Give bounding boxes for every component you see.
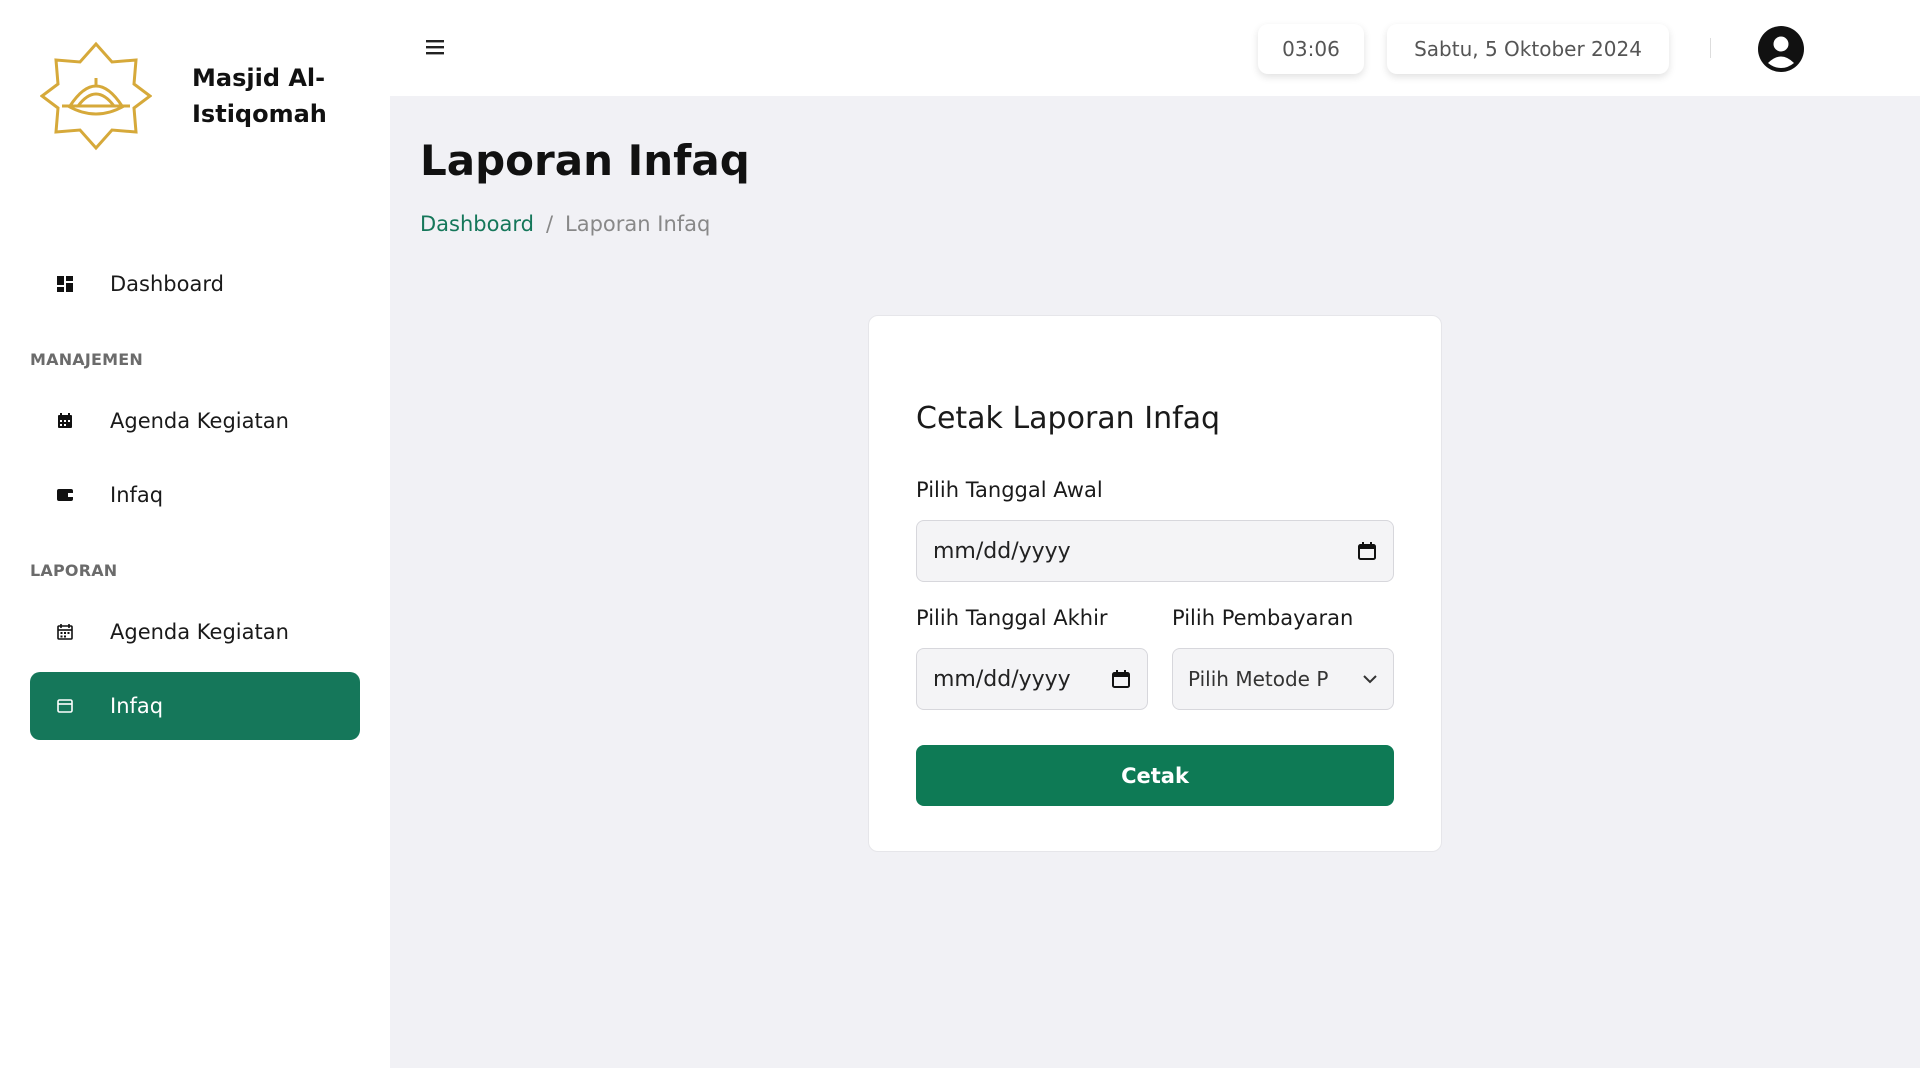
sidebar-item-laporan-infaq[interactable]: Infaq [30, 672, 360, 740]
sidebar-section-title: LAPORAN [30, 561, 118, 580]
payment-method-selected: Pilih Metode P [1188, 667, 1329, 691]
calendar-icon [56, 412, 74, 430]
sidebar-item-manajemen-infaq[interactable]: Infaq [30, 461, 360, 529]
end-date-input[interactable]: mm/dd/yyyy [916, 648, 1148, 710]
wallet-outline-icon [56, 697, 74, 715]
print-button[interactable]: Cetak [916, 745, 1394, 806]
start-date-label: Pilih Tanggal Awal [916, 478, 1103, 502]
wallet-icon [56, 486, 74, 504]
sidebar: Masjid Al-Istiqomah Dashboard MANAJEMEN … [0, 0, 390, 1068]
breadcrumb-separator: / [545, 212, 554, 236]
topbar: 03:06 Sabtu, 5 Oktober 2024 [390, 0, 1920, 96]
topbar-divider [1710, 38, 1711, 58]
breadcrumb-current: Laporan Infaq [565, 212, 711, 236]
payment-label: Pilih Pembayaran [1172, 606, 1354, 630]
hamburger-icon[interactable] [424, 36, 446, 58]
sidebar-item-laporan-agenda[interactable]: Agenda Kegiatan [30, 598, 360, 666]
mosque-star-logo [40, 41, 152, 151]
user-circle-icon[interactable] [1758, 26, 1804, 72]
calendar-picker-icon[interactable] [1111, 669, 1131, 689]
brand-name: Masjid Al-Istiqomah [192, 64, 327, 128]
brand[interactable]: Masjid Al-Istiqomah [40, 40, 352, 152]
sidebar-item-label: Infaq [110, 694, 164, 718]
breadcrumb: Dashboard / Laporan Infaq [420, 212, 710, 236]
sidebar-nav: Dashboard MANAJEMEN Agenda Kegiatan Infa… [30, 250, 360, 740]
sidebar-item-label: Agenda Kegiatan [110, 620, 289, 644]
sidebar-item-label: Infaq [110, 483, 164, 507]
clock-time: 03:06 [1258, 24, 1364, 74]
sidebar-section-title: MANAJEMEN [30, 350, 144, 369]
calendar-picker-icon[interactable] [1357, 541, 1377, 561]
sidebar-item-label: Dashboard [110, 272, 224, 296]
current-date: Sabtu, 5 Oktober 2024 [1387, 24, 1669, 74]
sidebar-item-label: Agenda Kegiatan [110, 409, 289, 433]
sidebar-item-dashboard[interactable]: Dashboard [30, 250, 360, 318]
chevron-down-icon [1363, 675, 1377, 684]
calendar-outline-icon [56, 623, 74, 641]
start-date-input[interactable]: mm/dd/yyyy [916, 520, 1394, 582]
payment-method-select[interactable]: Pilih Metode P [1172, 648, 1394, 710]
end-date-label: Pilih Tanggal Akhir [916, 606, 1108, 630]
page-title: Laporan Infaq [420, 136, 750, 185]
report-form-card: Cetak Laporan Infaq Pilih Tanggal Awal m… [868, 315, 1442, 852]
form-title: Cetak Laporan Infaq [916, 401, 1221, 436]
dashboard-icon [56, 275, 74, 293]
start-date-placeholder: mm/dd/yyyy [933, 538, 1071, 564]
end-date-placeholder: mm/dd/yyyy [933, 666, 1071, 692]
sidebar-item-manajemen-agenda[interactable]: Agenda Kegiatan [30, 387, 360, 455]
breadcrumb-dashboard-link[interactable]: Dashboard [420, 212, 534, 236]
